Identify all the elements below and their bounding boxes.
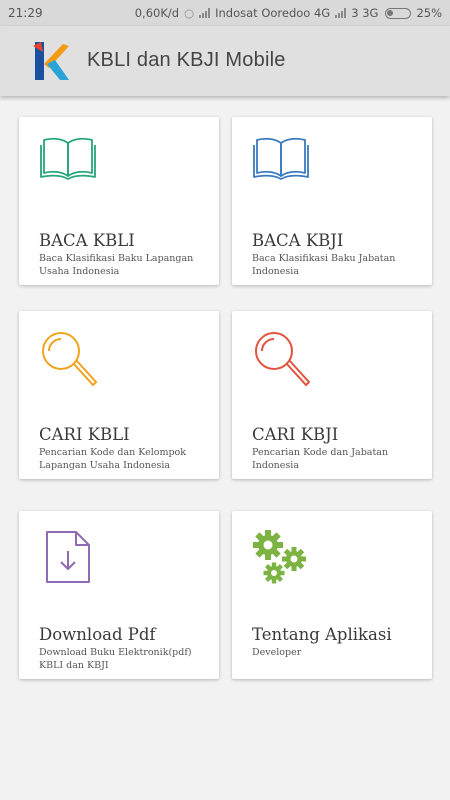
gears-icon: [253, 530, 306, 584]
battery-icon: [385, 7, 412, 19]
magnifier-icon: [42, 332, 98, 387]
card-title: CARI KBLI: [39, 425, 130, 444]
menu-card-cari-kbji[interactable]: CARI KBJI Pencarian Kode dan Jabatan Ind…: [232, 311, 432, 479]
card-title: Download Pdf: [39, 625, 156, 644]
signal-icon-2: [335, 8, 347, 18]
card-description: Download Buku Elektronik(pdf) KBLI dan K…: [39, 647, 192, 671]
book-open-icon: [253, 137, 309, 180]
menu-card-baca-kbli[interactable]: BACA KBLI Baca Klasifikasi Baku Lapangan…: [19, 117, 219, 285]
status-bar: 21:29 0,60K/d ○ Indosat Ooredoo 4G 3 3G …: [0, 0, 450, 26]
card-title: BACA KBLI: [39, 231, 135, 250]
menu-card-download-pdf[interactable]: Download Pdf Download Buku Elektronik(pd…: [19, 511, 219, 679]
k-logo-icon: [33, 42, 69, 80]
card-title: Tentang Aplikasi: [252, 625, 392, 644]
card-description: Pencarian Kode dan Jabatan Indonesia: [252, 447, 389, 471]
card-description: Baca Klasifikasi Baku Jabatan Indonesia: [252, 253, 396, 277]
network-label-2: 3 3G: [351, 6, 379, 20]
menu-card-tentang-aplikasi[interactable]: Tentang Aplikasi Developer: [232, 511, 432, 679]
menu-card-baca-kbji[interactable]: BACA KBJI Baca Klasifikasi Baku Jabatan …: [232, 117, 432, 285]
status-right: 0,60K/d ○ Indosat Ooredoo 4G 3 3G 25%: [135, 6, 442, 20]
card-description: Developer: [252, 647, 302, 658]
menu-card-cari-kbli[interactable]: CARI KBLI Pencarian Kode dan Kelompok La…: [19, 311, 219, 479]
network-speed: 0,60K/d: [134, 6, 180, 20]
card-description: Baca Klasifikasi Baku Lapangan Usaha Ind…: [39, 253, 194, 277]
carrier-label: Indosat Ooredoo 4G: [215, 6, 331, 20]
card-description: Pencarian Kode dan Kelompok Lapangan Usa…: [39, 447, 187, 471]
signal-icon: [199, 8, 211, 18]
battery-percent: 25%: [416, 6, 442, 20]
magnifier-icon: [255, 332, 311, 387]
app-bar: KBLI dan KBJI Mobile: [0, 26, 450, 96]
app-title: KBLI dan KBJI Mobile: [87, 49, 286, 71]
status-time: 21:29: [8, 6, 43, 20]
download-file-icon: [46, 531, 90, 583]
wifi-icon: ○: [184, 6, 195, 20]
book-open-icon: [40, 137, 96, 180]
card-title: CARI KBJI: [252, 425, 339, 444]
card-title: BACA KBJI: [252, 231, 344, 250]
